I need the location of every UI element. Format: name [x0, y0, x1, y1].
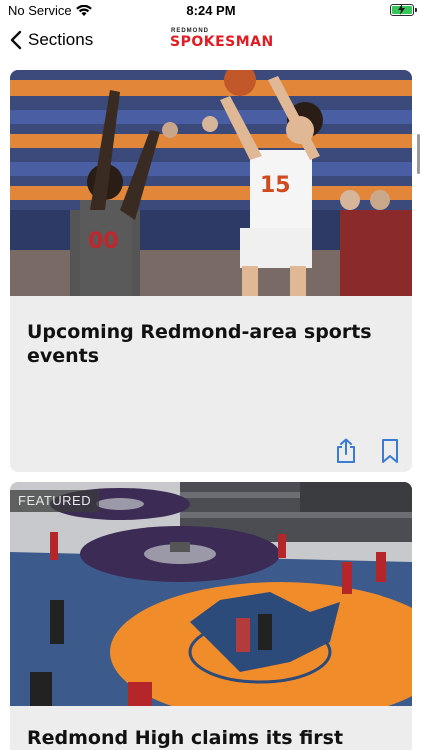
chevron-left-icon — [10, 30, 22, 50]
svg-text:00: 00 — [88, 229, 119, 254]
logo-main-text: SPOKESMAN — [170, 34, 274, 50]
back-button[interactable]: Sections — [10, 30, 93, 50]
featured-badge: FEATURED — [10, 490, 100, 512]
charging-bolt-icon — [398, 4, 405, 15]
bookmark-icon[interactable] — [378, 438, 402, 464]
share-icon[interactable] — [334, 438, 358, 464]
navigation-bar: Sections REDMOND SPOKESMAN — [0, 22, 422, 66]
article-card[interactable]: FEATURED Redmond High claims its first e… — [10, 482, 412, 750]
scrollbar[interactable] — [417, 134, 420, 174]
svg-text:15: 15 — [260, 173, 291, 198]
article-feed[interactable]: 00 15 Upcoming Redmond-area sports event… — [0, 66, 422, 750]
article-card[interactable]: 00 15 Upcoming Redmond-area sports event… — [10, 70, 412, 472]
status-bar: No Service 8:24 PM — [0, 0, 422, 22]
redmond-spokesman-logo: REDMOND SPOKESMAN — [170, 28, 274, 60]
clock: 8:24 PM — [186, 3, 236, 18]
wrestling-photo — [10, 482, 412, 706]
article-title[interactable]: Upcoming Redmond-area sports events — [27, 320, 395, 368]
back-label: Sections — [28, 30, 94, 49]
article-title[interactable]: Redmond High claims its first ever — [27, 726, 395, 750]
battery-icon — [390, 4, 417, 16]
article-actions — [334, 438, 402, 464]
basketball-photo: 00 15 — [10, 70, 412, 296]
